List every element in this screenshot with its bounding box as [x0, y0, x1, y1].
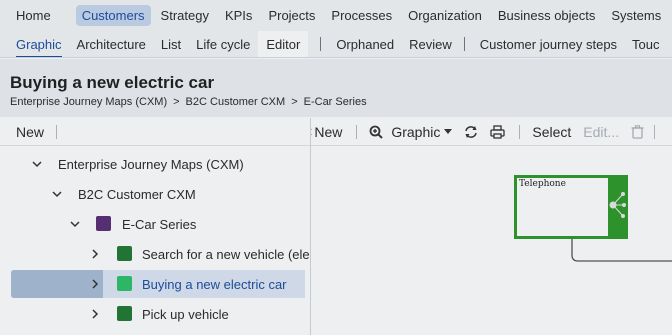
chevron-right-icon[interactable]: [90, 279, 100, 289]
toolbar-separator: [519, 124, 521, 139]
chevron-down-icon[interactable]: [52, 189, 62, 199]
new-button[interactable]: New: [16, 124, 44, 140]
breadcrumb: Enterprise Journey Maps (CXM) > B2C Cust…: [10, 96, 367, 108]
trash-icon[interactable]: [631, 124, 644, 139]
sub-navigation: Graphic Architecture List Life cycle Edi…: [0, 31, 672, 58]
toolbar-separator: [356, 124, 358, 139]
chevron-right-icon[interactable]: [90, 249, 100, 259]
chevron-down-icon[interactable]: [32, 159, 42, 169]
tree-item[interactable]: B2C Customer CXM: [0, 179, 310, 209]
breadcrumb-separator: >: [173, 96, 180, 108]
breadcrumb-item[interactable]: Enterprise Journey Maps (CXM): [10, 96, 167, 108]
shape-label: Telephone: [519, 179, 566, 189]
object-type-icon: [117, 246, 132, 261]
select-button[interactable]: Select: [532, 124, 571, 140]
nav-business-objects[interactable]: Business objects: [498, 5, 596, 26]
tab-customer-journey-steps[interactable]: Customer journey steps: [480, 31, 617, 57]
object-type-icon: [96, 216, 111, 231]
object-type-icon: [117, 276, 132, 291]
object-type-icon: [117, 306, 132, 321]
nav-home[interactable]: Home: [16, 5, 51, 26]
tab-editor[interactable]: Editor: [258, 31, 309, 57]
toolbar-separator: [654, 124, 656, 139]
chevron-right-icon[interactable]: [90, 309, 100, 319]
chevron-left-icon[interactable]: ‹: [311, 123, 312, 141]
breadcrumb-separator: >: [291, 96, 298, 108]
tree-item[interactable]: Search for a new vehicle (elec: [0, 239, 310, 269]
tab-touchpoints[interactable]: Touc: [632, 31, 659, 57]
tree-toolbar: New: [0, 118, 311, 146]
diagram-shape-telephone[interactable]: Telephone: [514, 175, 628, 239]
tab-architecture[interactable]: Architecture: [77, 31, 146, 57]
shape-body: Telephone: [517, 178, 608, 236]
nav-projects[interactable]: Projects: [268, 5, 315, 26]
chevron-down-icon[interactable]: [70, 219, 80, 229]
nav-customers[interactable]: Customers: [75, 5, 151, 26]
tree-item-label: B2C Customer CXM: [78, 186, 196, 202]
new-button[interactable]: New: [314, 124, 342, 140]
diagram-canvas[interactable]: Telephone: [311, 147, 672, 335]
caret-down-icon[interactable]: [444, 128, 453, 135]
nav-systems[interactable]: Systems: [611, 5, 661, 26]
print-icon[interactable]: [490, 124, 506, 139]
graphic-dropdown[interactable]: Graphic: [391, 124, 440, 140]
tree-item[interactable]: Enterprise Journey Maps (CXM): [0, 149, 310, 179]
breadcrumb-item[interactable]: E-Car Series: [304, 96, 367, 108]
breadcrumb-item[interactable]: B2C Customer CXM: [186, 96, 286, 108]
tree-item-label: Pick up vehicle: [142, 306, 229, 322]
edit-button[interactable]: Edit...: [583, 124, 619, 140]
tree-item-label: E-Car Series: [122, 216, 197, 232]
tab-separator: [463, 37, 465, 51]
tab-separator: [320, 37, 322, 51]
tab-list[interactable]: List: [161, 31, 181, 57]
nav-strategy[interactable]: Strategy: [161, 5, 209, 26]
zoom-in-icon[interactable]: [369, 125, 384, 139]
tab-review[interactable]: Review: [409, 31, 452, 57]
nav-organization[interactable]: Organization: [408, 5, 482, 26]
nav-processes[interactable]: Processes: [331, 5, 392, 26]
page-header: Buying a new electric car Enterprise Jou…: [0, 59, 672, 117]
toolbar-separator: [56, 124, 58, 139]
tree-item-label: Search for a new vehicle (elec: [142, 246, 310, 262]
top-navigation: Home Customers Strategy KPIs Projects Pr…: [0, 0, 672, 31]
tab-life-cycle[interactable]: Life cycle: [196, 31, 250, 57]
tree-item[interactable]: E-Car Series: [0, 209, 310, 239]
tree-item-label: Buying a new electric car: [142, 276, 287, 292]
tree-item[interactable]: Pick up vehicle: [0, 299, 310, 329]
tab-orphaned[interactable]: Orphaned: [336, 31, 394, 57]
canvas-toolbar: ‹ New Graphic Select Edit...: [311, 118, 672, 146]
tab-graphic[interactable]: Graphic: [16, 31, 62, 57]
share-icon: [609, 192, 626, 218]
nav-kpis[interactable]: KPIs: [225, 5, 252, 26]
page-title: Buying a new electric car: [10, 73, 215, 92]
tree-item-label: Enterprise Journey Maps (CXM): [58, 156, 244, 172]
refresh-icon[interactable]: [464, 125, 478, 139]
tree-item-selected[interactable]: Buying a new electric car: [0, 269, 310, 299]
navigation-tree: Enterprise Journey Maps (CXM) B2C Custom…: [0, 147, 310, 335]
